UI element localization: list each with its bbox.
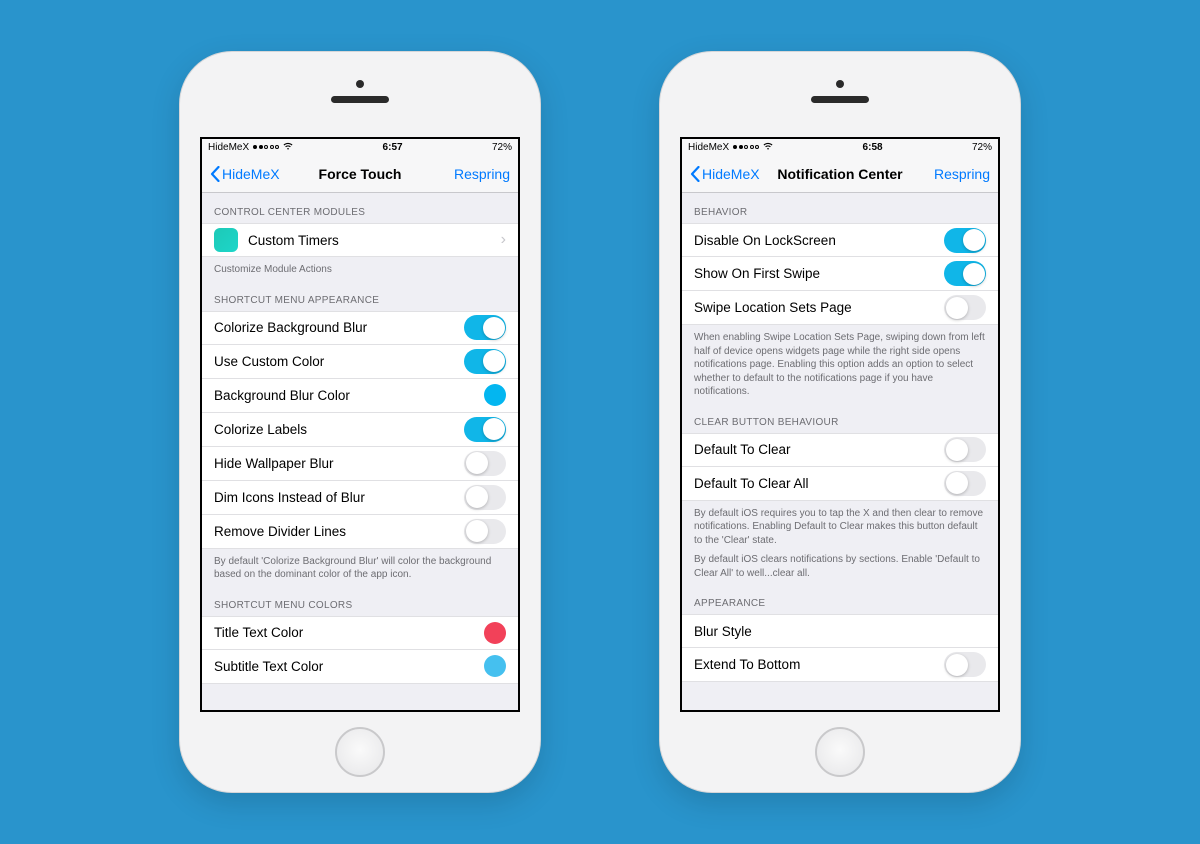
nav-bar: HideMeX Force Touch Respring xyxy=(202,155,518,193)
page-title: Force Touch xyxy=(319,166,402,182)
carrier-label: HideMeX xyxy=(208,142,249,153)
status-battery: 72% xyxy=(492,142,512,153)
switch-remove-divider[interactable] xyxy=(464,519,506,544)
row-label: Subtitle Text Color xyxy=(214,659,323,674)
color-swatch[interactable] xyxy=(484,655,506,677)
switch-swipe-location[interactable] xyxy=(944,295,986,320)
row-default-clear[interactable]: Default To Clear xyxy=(682,433,998,467)
row-use-custom-color[interactable]: Use Custom Color xyxy=(202,345,518,379)
row-label: Colorize Background Blur xyxy=(214,320,367,335)
wifi-icon xyxy=(763,142,773,153)
page-title: Notification Center xyxy=(777,166,902,182)
row-swipe-location[interactable]: Swipe Location Sets Page xyxy=(682,291,998,325)
row-subtitle-text-color[interactable]: Subtitle Text Color xyxy=(202,650,518,684)
custom-timers-icon xyxy=(214,228,238,252)
wifi-icon xyxy=(283,142,293,153)
section-footer-appearance: By default 'Colorize Background Blur' wi… xyxy=(202,549,518,586)
screen-force-touch: HideMeX 6:57 72% HideMeX Force Touch Res… xyxy=(200,137,520,712)
carrier-label: HideMeX xyxy=(688,142,729,153)
row-label: Blur Style xyxy=(694,624,752,639)
row-dim-icons[interactable]: Dim Icons Instead of Blur xyxy=(202,481,518,515)
switch-colorize-bg[interactable] xyxy=(464,315,506,340)
status-time: 6:57 xyxy=(383,142,403,153)
row-custom-timers[interactable]: Custom Timers › xyxy=(202,223,518,257)
back-button[interactable]: HideMeX xyxy=(210,166,280,182)
settings-content: CONTROL CENTER MODULES Custom Timers › C… xyxy=(202,193,518,710)
row-label: Remove Divider Lines xyxy=(214,524,346,539)
chevron-left-icon xyxy=(690,166,700,182)
section-footer-behavior: When enabling Swipe Location Sets Page, … xyxy=(682,325,998,403)
home-button[interactable] xyxy=(335,727,385,777)
row-default-clear-all[interactable]: Default To Clear All xyxy=(682,467,998,501)
row-label: Show On First Swipe xyxy=(694,266,820,281)
row-label: Hide Wallpaper Blur xyxy=(214,456,334,471)
back-label: HideMeX xyxy=(222,166,280,182)
phone-speaker xyxy=(811,96,869,103)
row-remove-divider[interactable]: Remove Divider Lines xyxy=(202,515,518,549)
row-label: Use Custom Color xyxy=(214,354,324,369)
row-label: Default To Clear xyxy=(694,442,791,457)
section-header-colors: SHORTCUT MENU COLORS xyxy=(202,586,518,616)
row-disable-lockscreen[interactable]: Disable On LockScreen xyxy=(682,223,998,257)
section-header-modules: CONTROL CENTER MODULES xyxy=(202,193,518,223)
switch-default-clear[interactable] xyxy=(944,437,986,462)
row-hide-wallpaper-blur[interactable]: Hide Wallpaper Blur xyxy=(202,447,518,481)
switch-dim-icons[interactable] xyxy=(464,485,506,510)
switch-default-clear-all[interactable] xyxy=(944,471,986,496)
switch-extend-bottom[interactable] xyxy=(944,652,986,677)
nav-bar: HideMeX Notification Center Respring xyxy=(682,155,998,193)
respring-button[interactable]: Respring xyxy=(454,166,510,182)
row-show-first-swipe[interactable]: Show On First Swipe xyxy=(682,257,998,291)
status-time: 6:58 xyxy=(863,142,883,153)
status-bar: HideMeX 6:57 72% xyxy=(202,139,518,155)
phone-left: HideMeX 6:57 72% HideMeX Force Touch Res… xyxy=(180,52,540,792)
row-label: Disable On LockScreen xyxy=(694,233,836,248)
row-label: Custom Timers xyxy=(248,233,339,248)
signal-dots-icon xyxy=(253,145,279,149)
chevron-right-icon: › xyxy=(501,231,506,249)
row-label: Colorize Labels xyxy=(214,422,307,437)
row-label: Background Blur Color xyxy=(214,388,350,403)
row-bg-blur-color[interactable]: Background Blur Color xyxy=(202,379,518,413)
signal-dots-icon xyxy=(733,145,759,149)
back-button[interactable]: HideMeX xyxy=(690,166,760,182)
color-swatch[interactable] xyxy=(484,622,506,644)
phone-camera xyxy=(356,80,364,88)
row-label: Swipe Location Sets Page xyxy=(694,300,852,315)
switch-first-swipe[interactable] xyxy=(944,261,986,286)
phone-speaker xyxy=(331,96,389,103)
section-footer-clear1: By default iOS requires you to tap the X… xyxy=(682,501,998,552)
row-label: Extend To Bottom xyxy=(694,657,800,672)
section-footer-modules: Customize Module Actions xyxy=(202,257,518,281)
switch-hide-wallpaper[interactable] xyxy=(464,451,506,476)
row-label: Dim Icons Instead of Blur xyxy=(214,490,365,505)
section-header-appearance: APPEARANCE xyxy=(682,584,998,614)
status-bar: HideMeX 6:58 72% xyxy=(682,139,998,155)
row-colorize-bg-blur[interactable]: Colorize Background Blur xyxy=(202,311,518,345)
respring-button[interactable]: Respring xyxy=(934,166,990,182)
screen-notification-center: HideMeX 6:58 72% HideMeX Notification Ce… xyxy=(680,137,1000,712)
row-colorize-labels[interactable]: Colorize Labels xyxy=(202,413,518,447)
section-header-appearance: SHORTCUT MENU APPEARANCE xyxy=(202,281,518,311)
row-title-text-color[interactable]: Title Text Color xyxy=(202,616,518,650)
chevron-left-icon xyxy=(210,166,220,182)
section-header-clear: CLEAR BUTTON BEHAVIOUR xyxy=(682,403,998,433)
switch-use-custom[interactable] xyxy=(464,349,506,374)
row-blur-style[interactable]: Blur Style xyxy=(682,614,998,648)
phone-right: HideMeX 6:58 72% HideMeX Notification Ce… xyxy=(660,52,1020,792)
home-button[interactable] xyxy=(815,727,865,777)
phone-camera xyxy=(836,80,844,88)
row-extend-bottom[interactable]: Extend To Bottom xyxy=(682,648,998,682)
settings-content: BEHAVIOR Disable On LockScreen Show On F… xyxy=(682,193,998,710)
back-label: HideMeX xyxy=(702,166,760,182)
section-footer-clear2: By default iOS clears notifications by s… xyxy=(682,551,998,584)
row-label: Default To Clear All xyxy=(694,476,809,491)
section-header-behavior: BEHAVIOR xyxy=(682,193,998,223)
row-label: Title Text Color xyxy=(214,625,303,640)
switch-disable-lockscreen[interactable] xyxy=(944,228,986,253)
color-swatch[interactable] xyxy=(484,384,506,406)
switch-colorize-labels[interactable] xyxy=(464,417,506,442)
status-battery: 72% xyxy=(972,142,992,153)
